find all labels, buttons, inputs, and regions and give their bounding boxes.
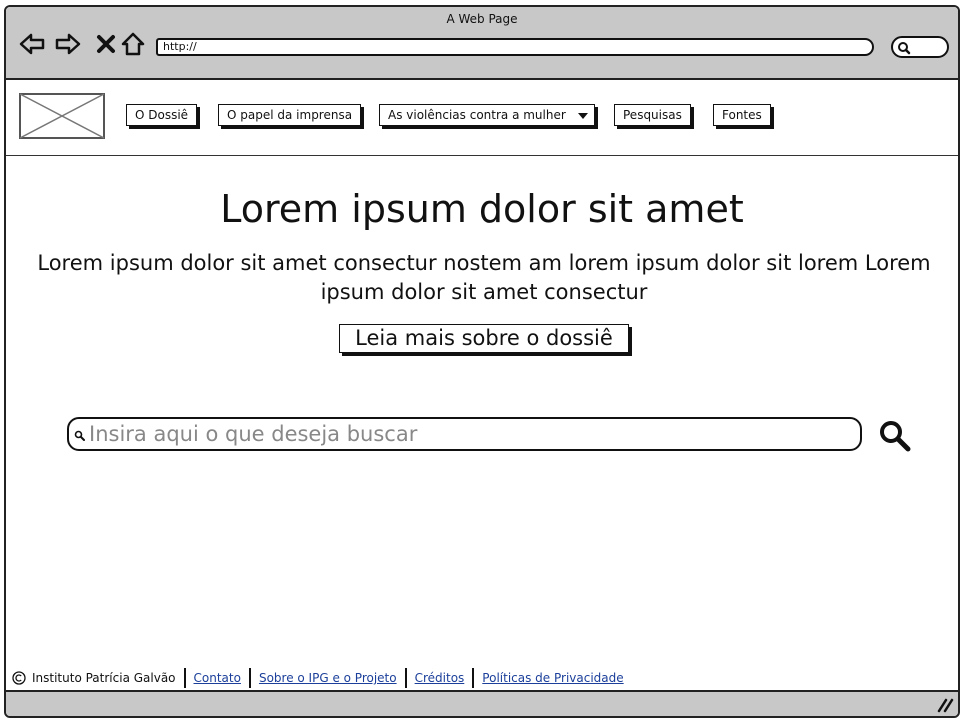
nav-item-violencias-label: As violências contra a mulher: [388, 108, 566, 122]
footer-link-sobre[interactable]: Sobre o IPG e o Projeto: [251, 671, 405, 685]
url-field[interactable]: http://: [156, 38, 874, 56]
hero-text: Lorem ipsum dolor sit amet consectur nos…: [37, 251, 931, 304]
search-input[interactable]: [89, 421, 849, 447]
footer-link-creditos[interactable]: Créditos: [407, 671, 473, 685]
nav-item-papel-da-imprensa[interactable]: O papel da imprensa: [218, 104, 362, 126]
search-icon: [898, 42, 911, 55]
search-box[interactable]: [67, 417, 862, 451]
browser-toolbar: A Web Page http://: [6, 7, 958, 80]
footer-link-contato[interactable]: Contato: [186, 671, 249, 685]
nav-item-fontes[interactable]: Fontes: [713, 104, 771, 126]
stop-icon[interactable]: [92, 30, 120, 58]
nav-item-violencias-dropdown[interactable]: As violências contra a mulher: [379, 104, 595, 126]
read-more-button[interactable]: Leia mais sobre o dossiê: [339, 324, 629, 353]
window-title: A Web Page: [446, 12, 518, 26]
copyright-icon: [12, 671, 26, 685]
footer-copyright: Instituto Patrícia Galvão: [12, 671, 184, 685]
nav-item-o-dossie[interactable]: O Dossiê: [126, 104, 198, 126]
home-icon[interactable]: [119, 30, 147, 58]
search-button-icon[interactable]: [878, 419, 912, 453]
logo-image-placeholder: [19, 93, 105, 139]
browser-window: A Web Page http:// O Dossiê O papel da i…: [4, 5, 960, 718]
chevron-down-icon: [577, 112, 588, 119]
hero-title: Lorem ipsum dolor sit amet: [220, 187, 744, 231]
back-icon[interactable]: [18, 30, 46, 58]
status-bar: [6, 690, 958, 716]
search-icon: [74, 430, 85, 441]
footer-link-privacidade[interactable]: Políticas de Privacidade: [474, 671, 631, 685]
resize-grip-icon[interactable]: [936, 697, 954, 713]
browser-search-field[interactable]: [891, 36, 949, 58]
site-footer: Instituto Patrícia Galvão Contato Sobre …: [12, 666, 632, 690]
site-header: O Dossiê O papel da imprensa As violênci…: [6, 80, 958, 156]
nav-item-pesquisas[interactable]: Pesquisas: [614, 104, 691, 126]
footer-copyright-text: Instituto Patrícia Galvão: [32, 671, 176, 685]
forward-icon[interactable]: [54, 30, 82, 58]
